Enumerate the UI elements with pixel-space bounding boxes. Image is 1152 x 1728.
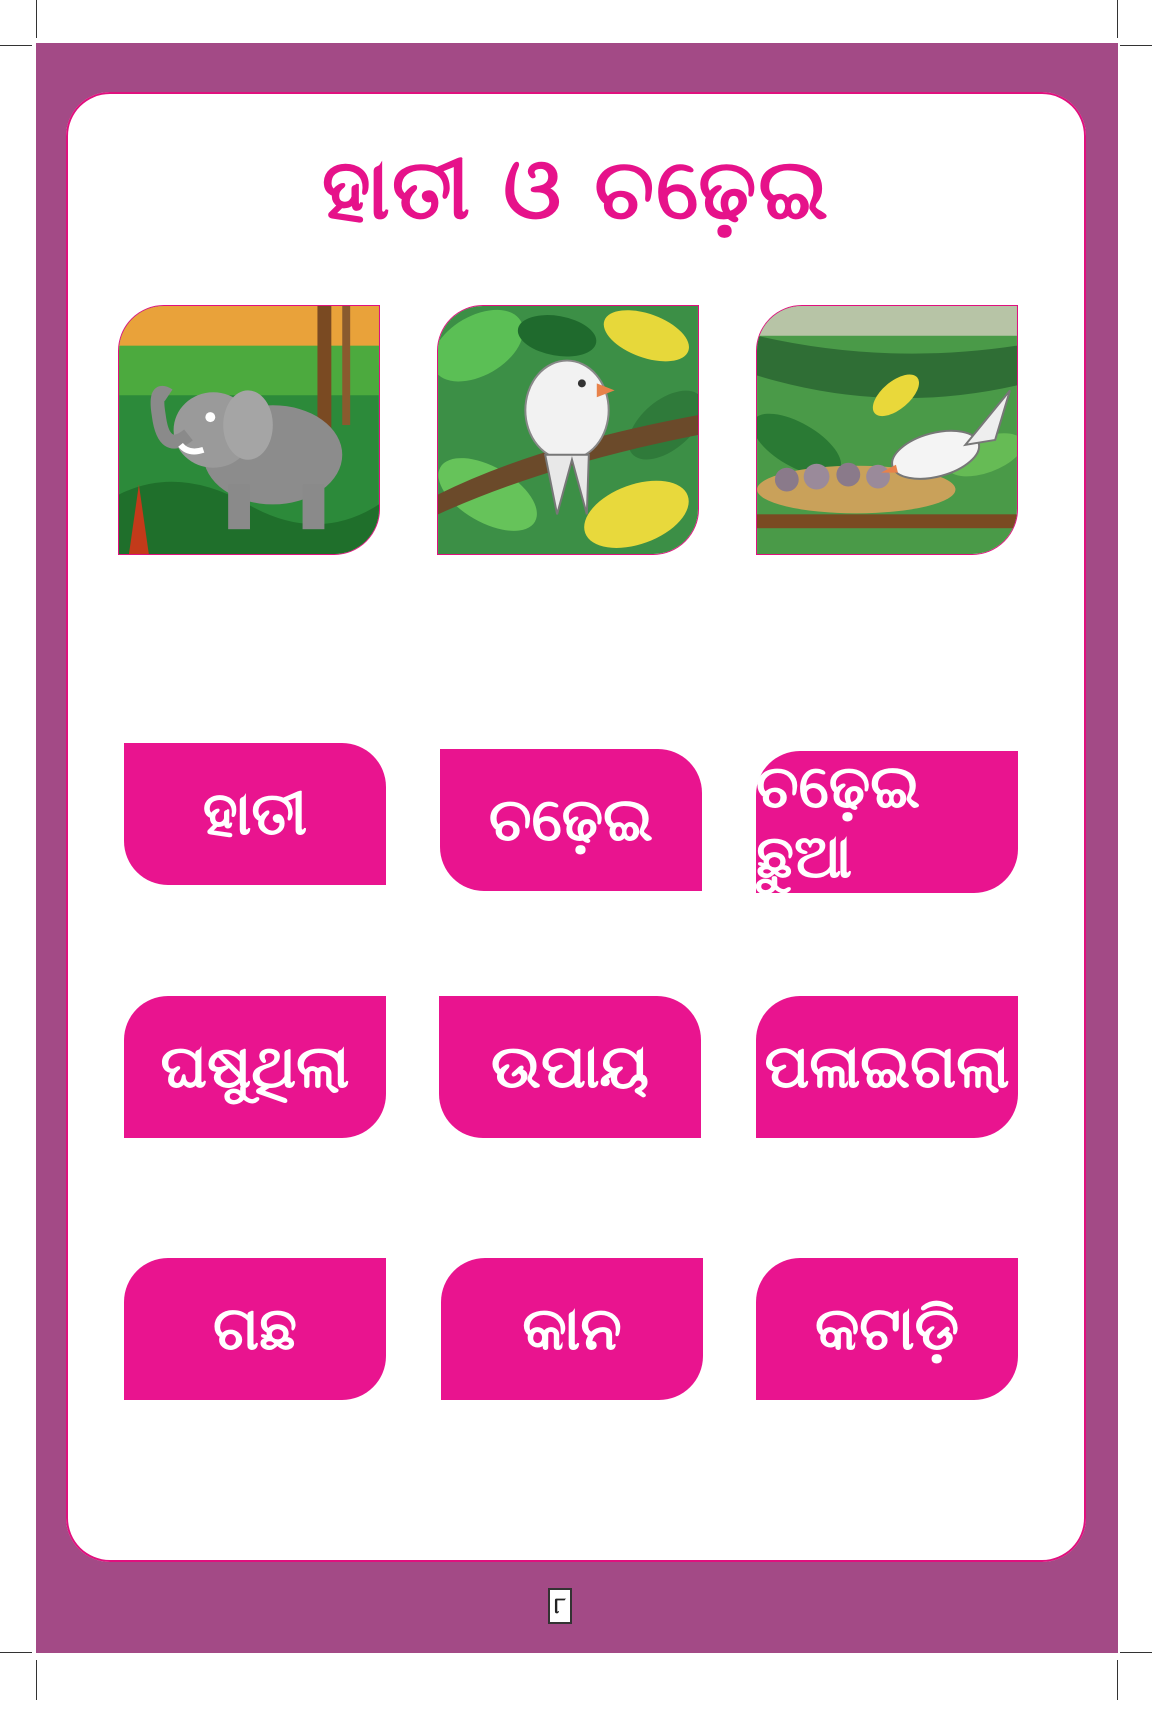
word-card: ହାତୀ	[124, 743, 386, 885]
crop-mark	[0, 1652, 32, 1653]
crop-mark	[1120, 1652, 1152, 1653]
word-card: କଟାଡ଼ି	[756, 1258, 1018, 1400]
bird-picture	[437, 305, 699, 555]
nest-picture	[756, 305, 1018, 555]
crop-mark	[0, 45, 32, 46]
bird-on-branch-icon	[438, 306, 698, 554]
elephant-icon	[119, 306, 379, 554]
crop-mark	[1117, 0, 1118, 38]
crop-mark	[36, 1660, 37, 1700]
elephant-picture	[118, 305, 380, 555]
word-card: ଗଛ	[124, 1258, 386, 1400]
crop-mark	[1120, 45, 1152, 46]
word-card: ଚଢ଼େଇ	[440, 749, 702, 891]
page-number: ୮	[548, 1588, 572, 1624]
word-card: କାନ	[441, 1258, 703, 1400]
crop-mark	[1117, 1660, 1118, 1700]
word-card: ଚଢ଼େଇ ଛୁଆ	[756, 751, 1018, 893]
bird-feeding-nest-icon	[757, 306, 1017, 554]
word-card: ଉପାୟ	[439, 996, 701, 1138]
word-card: ପଳାଇଗଲା	[756, 996, 1018, 1138]
crop-mark	[36, 0, 37, 38]
word-card: ଘଷୁଥିଲା	[124, 996, 386, 1138]
page-title: ହାତୀ ଓ ଚଢ଼େଇ	[321, 140, 831, 238]
